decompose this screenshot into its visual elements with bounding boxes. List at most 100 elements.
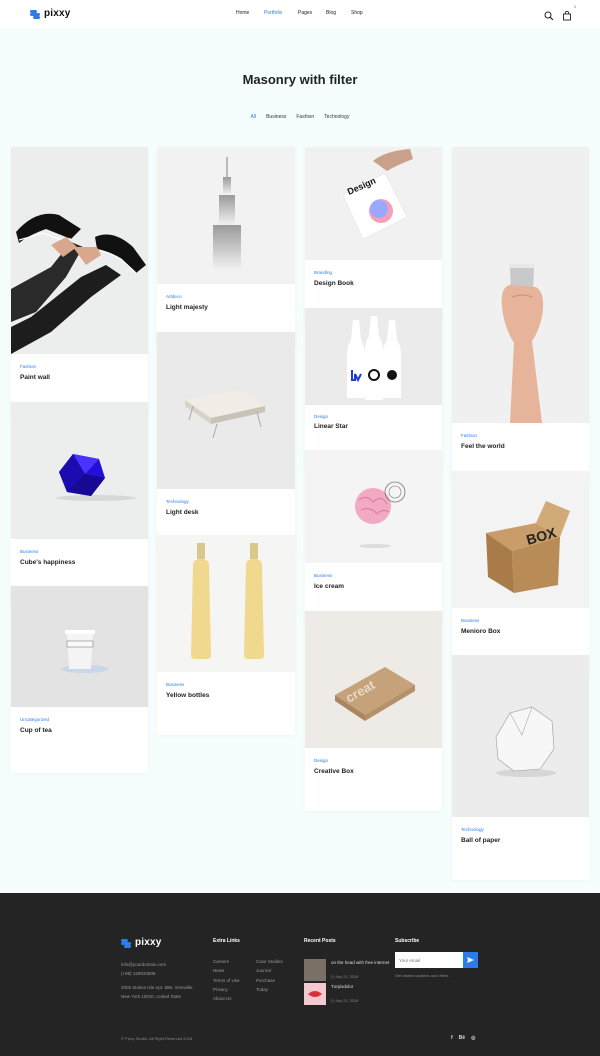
card-image: creat xyxy=(305,611,442,748)
portfolio-card[interactable]: Business Cube's happiness xyxy=(11,402,148,602)
card-category: Design xyxy=(314,414,329,419)
card-title[interactable]: Yellow bottles xyxy=(166,692,209,699)
card-title[interactable]: Design Book xyxy=(314,280,354,287)
card-category: Business xyxy=(20,549,39,554)
card-title[interactable]: Linear Star xyxy=(314,423,348,430)
social-links: f Bē ◎ xyxy=(451,1035,475,1041)
card-image xyxy=(157,535,295,672)
portfolio-card[interactable]: Design Linear Star xyxy=(305,308,442,468)
portfolio-card[interactable]: Technology Light desk xyxy=(157,332,295,554)
footer-link[interactable]: Privacy xyxy=(213,985,240,994)
filter-technology[interactable]: Technology xyxy=(324,114,349,120)
card-title[interactable]: Feel the world xyxy=(461,443,505,450)
post-date: ◷ July 23, 2018 xyxy=(331,975,358,979)
nav-home[interactable]: Home xyxy=(236,10,264,16)
subscribe-note: Get lastest updates and offers. xyxy=(395,973,450,978)
nav-shop[interactable]: Shop xyxy=(351,10,363,16)
shopping-bag-icon[interactable]: 0 xyxy=(562,5,576,21)
copyright-text: © Pixxy Studio, All Right Reserved 2018 xyxy=(121,1036,193,1041)
extra-links-col1: Careers News Terms of Use Privacy About … xyxy=(213,957,240,1003)
card-image xyxy=(305,308,442,405)
card-category: Design xyxy=(314,758,329,763)
logo[interactable]: pixxy xyxy=(30,8,71,19)
page-title: Masonry with filter xyxy=(242,72,358,87)
card-image xyxy=(157,332,295,489)
contact-email[interactable]: info@yourdomain.com xyxy=(121,961,193,970)
portfolio-card[interactable]: Fashion Feel the world xyxy=(452,147,589,482)
portfolio-card[interactable]: Design Branding Design Book xyxy=(305,147,442,322)
footer-link[interactable]: Today xyxy=(256,985,283,994)
card-image xyxy=(157,147,295,284)
footer-link[interactable]: Purchase xyxy=(256,976,283,985)
nav-portfolio[interactable]: Portfolio xyxy=(264,10,298,16)
card-image xyxy=(11,147,148,354)
recent-post[interactable]: on the head with free internet ◷ July 23… xyxy=(304,959,394,981)
card-category: Business xyxy=(166,682,185,687)
card-title[interactable]: Creative Box xyxy=(314,768,354,775)
filter-bar: All Business Fashion Technology xyxy=(0,114,600,120)
card-category: Business xyxy=(461,618,480,623)
filter-all[interactable]: All xyxy=(251,114,257,120)
subscribe-email-input[interactable] xyxy=(395,952,463,968)
portfolio-card[interactable]: Artdeco Light majesty xyxy=(157,147,295,347)
filter-business[interactable]: Business xyxy=(266,114,286,120)
portfolio-card[interactable]: Business Ice cream xyxy=(305,450,442,625)
post-thumbnail xyxy=(304,959,326,981)
send-icon xyxy=(467,957,474,963)
behance-icon[interactable]: Bē xyxy=(459,1035,465,1041)
card-image xyxy=(452,147,589,423)
card-category: Artdeco xyxy=(166,294,182,299)
subscribe-button[interactable] xyxy=(463,952,478,968)
portfolio-section: Masonry with filter All Business Fashion… xyxy=(0,28,600,893)
subscribe-heading: Subscribe xyxy=(395,938,420,944)
contact-address-line2: New York 10010, United State xyxy=(121,993,182,999)
post-thumbnail xyxy=(304,983,326,1005)
logo-mark-icon xyxy=(121,938,131,948)
search-icon[interactable] xyxy=(544,8,554,21)
portfolio-card[interactable]: Uncategorized Cup of tea xyxy=(11,586,148,773)
footer-link[interactable]: Journal xyxy=(256,966,283,975)
contact-phone: (+88) 129034509 xyxy=(121,970,156,976)
facebook-icon[interactable]: f xyxy=(451,1035,453,1041)
header-icons: 0 xyxy=(544,5,576,21)
footer-contact: info@yourdomain.com (+88) 129034509 2005… xyxy=(121,961,193,1001)
card-category: Uncategorized xyxy=(20,717,50,722)
card-title[interactable]: Light majesty xyxy=(166,304,208,311)
card-image: Design xyxy=(305,147,442,260)
portfolio-card[interactable]: creat Design Creative Box xyxy=(305,611,442,811)
card-title[interactable]: Cup of tea xyxy=(20,727,52,734)
footer-link[interactable]: Case Studies xyxy=(256,957,283,966)
extra-links-col2: Case Studies Journal Purchase Today xyxy=(256,957,283,994)
footer-logo[interactable]: pixxy xyxy=(121,937,162,948)
portfolio-card[interactable]: Fashion Paint wall xyxy=(11,147,148,417)
card-category: Technology xyxy=(166,499,189,504)
portfolio-card[interactable]: BOX Business Menioro Box xyxy=(452,471,589,671)
post-date: ◷ July 23, 2018 xyxy=(331,999,358,1003)
portfolio-card[interactable]: Business Yellow bottles xyxy=(157,535,295,735)
logo-text: pixxy xyxy=(44,8,71,19)
card-title[interactable]: Light desk xyxy=(166,509,199,516)
footer-link[interactable]: Careers xyxy=(213,957,240,966)
dribbble-icon[interactable]: ◎ xyxy=(471,1035,475,1041)
footer-link[interactable]: About Us xyxy=(213,994,240,1003)
nav-blog[interactable]: Blog xyxy=(326,10,351,16)
post-title[interactable]: Turpisdolor xyxy=(331,984,391,990)
footer-link[interactable]: Terms of Use xyxy=(213,976,240,985)
card-title[interactable]: Menioro Box xyxy=(461,628,500,635)
card-title[interactable]: Cube's happiness xyxy=(20,559,75,566)
portfolio-card[interactable]: Technology Ball of paper xyxy=(452,655,589,880)
cart-count-badge: 0 xyxy=(574,5,576,9)
nav-pages[interactable]: Pages xyxy=(298,10,326,16)
logo-mark-icon xyxy=(30,9,40,19)
logo-text: pixxy xyxy=(135,937,162,948)
recent-post[interactable]: Turpisdolor ◷ July 23, 2018 xyxy=(304,983,394,1005)
card-title[interactable]: Ice cream xyxy=(314,583,344,590)
footer-link[interactable]: News xyxy=(213,966,240,975)
filter-fashion[interactable]: Fashion xyxy=(296,114,314,120)
card-title[interactable]: Ball of paper xyxy=(461,837,500,844)
post-title[interactable]: on the head with free internet xyxy=(331,960,391,966)
card-category: Fashion xyxy=(461,433,478,438)
card-title[interactable]: Paint wall xyxy=(20,374,50,381)
card-category: Branding xyxy=(314,270,333,275)
main-nav: Home Portfolio Pages Blog Shop xyxy=(236,10,363,16)
